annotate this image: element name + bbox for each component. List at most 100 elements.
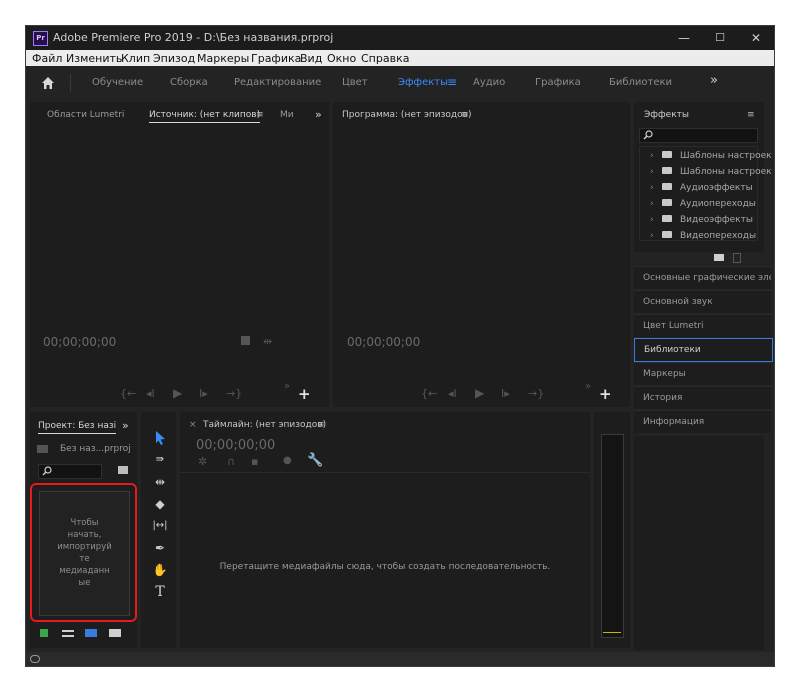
- workspace-effects[interactable]: Эффекты: [398, 77, 448, 88]
- workspace-libraries[interactable]: Библиотеки: [609, 77, 672, 88]
- program-step-forward-icon[interactable]: I▸: [501, 387, 510, 400]
- effects-folder-lumetri-presets[interactable]: › Шаблоны настроек L: [650, 167, 774, 177]
- effects-tab-menu-icon[interactable]: ≡: [747, 110, 755, 120]
- icon-view-icon[interactable]: [85, 629, 97, 637]
- add-button-icon[interactable]: +: [298, 385, 311, 403]
- go-to-in-icon[interactable]: {←: [120, 387, 136, 400]
- menu-window[interactable]: Окно: [327, 52, 356, 65]
- workspace-graphics[interactable]: Графика: [535, 77, 581, 88]
- project-search-icon: [42, 466, 52, 476]
- step-forward-icon[interactable]: I▸: [199, 387, 208, 400]
- workspace-learning[interactable]: Обучение: [92, 77, 143, 88]
- workspace-assembly[interactable]: Сборка: [170, 77, 208, 88]
- tab-project[interactable]: Проект: Без назі: [38, 421, 117, 434]
- effects-folder-video-effects[interactable]: › Видеоэффекты: [650, 215, 753, 225]
- slip-tool-icon[interactable]: |↔|: [152, 518, 168, 534]
- effects-search-input[interactable]: [639, 128, 758, 143]
- list-view-icon[interactable]: [62, 630, 74, 637]
- workspace-audio[interactable]: Аудио: [473, 77, 505, 88]
- freeform-view-icon[interactable]: [109, 629, 121, 637]
- side-panel-empty: [634, 436, 764, 650]
- go-to-out-icon[interactable]: →}: [226, 387, 242, 400]
- tab-program[interactable]: Программа: (нет эпизодов): [342, 110, 471, 120]
- tab-audio-mixer[interactable]: Ми: [280, 110, 294, 120]
- project-panel: Проект: Без назі » Без наз...prproj Чтоб…: [30, 412, 137, 648]
- project-more-icon[interactable]: »: [122, 419, 129, 432]
- tab-lumetri-scopes[interactable]: Области Lumetri: [47, 110, 124, 120]
- step-back-icon[interactable]: ◂I: [146, 387, 155, 400]
- timeline-divider: [180, 472, 590, 473]
- menu-graphics[interactable]: Графика: [251, 52, 301, 65]
- program-go-to-out-icon[interactable]: →}: [528, 387, 544, 400]
- snap-icon[interactable]: ✲: [198, 455, 207, 468]
- project-file-icon: [37, 445, 48, 453]
- source-tab-menu-icon[interactable]: ≡: [256, 110, 264, 120]
- workspace-editing[interactable]: Редактирование: [234, 77, 321, 88]
- play-icon[interactable]: ▶: [173, 386, 182, 400]
- trash-icon[interactable]: [733, 253, 741, 263]
- effects-folder-presets[interactable]: › Шаблоны настроек: [650, 151, 772, 161]
- menu-view[interactable]: Вид: [300, 52, 322, 65]
- menu-edit[interactable]: Изменить: [66, 52, 122, 65]
- import-hint-text: Чтобы начать, импортируй те медиаданн ые: [57, 518, 112, 588]
- program-button-editor-more-icon[interactable]: »: [585, 381, 591, 392]
- program-step-back-icon[interactable]: ◂I: [448, 387, 457, 400]
- timeline-close-icon[interactable]: ×: [189, 420, 197, 430]
- razor-tool-icon[interactable]: ◆: [152, 496, 168, 512]
- workspace-menu-icon[interactable]: ≡: [447, 75, 457, 89]
- panel-libraries[interactable]: Библиотеки: [634, 338, 773, 362]
- menu-markers[interactable]: Маркеры: [197, 52, 249, 65]
- linked-selection-icon[interactable]: ∩: [227, 455, 235, 468]
- premiere-window: Pr Adobe Premiere Pro 2019 - D:\Без назв…: [26, 26, 774, 666]
- creative-cloud-icon[interactable]: [30, 655, 40, 663]
- program-timecode[interactable]: 00;00;00;00: [347, 335, 420, 349]
- import-media-dropzone[interactable]: Чтобы начать, импортируй те медиаданн ые: [39, 491, 130, 616]
- project-search-input[interactable]: [38, 464, 102, 479]
- lock-icon[interactable]: [40, 629, 48, 637]
- menu-sequence[interactable]: Эпизод: [153, 52, 195, 65]
- timeline-tab-menu-icon[interactable]: ≡: [317, 420, 325, 430]
- source-more-icon[interactable]: »: [315, 108, 322, 121]
- minimize-button[interactable]: —: [666, 26, 702, 50]
- track-select-tool-icon[interactable]: ⇛: [152, 452, 168, 468]
- panel-essential-sound[interactable]: Основной звук: [634, 290, 771, 313]
- panel-info[interactable]: Информация: [634, 410, 771, 433]
- panel-markers[interactable]: Маркеры: [634, 362, 771, 385]
- hand-tool-icon[interactable]: ✋: [152, 562, 168, 578]
- effects-folder-audio-transitions[interactable]: › Аудиопереходы: [650, 199, 756, 209]
- program-add-button-icon[interactable]: +: [599, 385, 612, 403]
- settings-icon[interactable]: [241, 336, 250, 345]
- menu-clip[interactable]: Клип: [121, 52, 150, 65]
- marker-icon[interactable]: ●: [283, 455, 292, 466]
- source-timecode[interactable]: 00;00;00;00: [43, 335, 116, 349]
- bin-icon[interactable]: [118, 466, 128, 474]
- wrench-icon[interactable]: 🔧: [307, 453, 323, 468]
- panel-lumetri-color[interactable]: Цвет Lumetri: [634, 314, 771, 337]
- add-marker-icon[interactable]: ▪: [251, 455, 258, 468]
- selection-tool-icon[interactable]: [152, 430, 168, 446]
- program-tab-menu-icon[interactable]: ≡: [461, 110, 469, 120]
- panel-history[interactable]: История: [634, 386, 771, 409]
- insert-icon[interactable]: ⇹: [263, 335, 272, 348]
- menu-help[interactable]: Справка: [361, 52, 409, 65]
- tab-effects[interactable]: Эффекты: [644, 110, 689, 120]
- tab-timeline[interactable]: Таймлайн: (нет эпизодов): [203, 420, 326, 430]
- button-editor-more-icon[interactable]: »: [284, 381, 290, 392]
- effects-folder-video-transitions[interactable]: › Видеопереходы: [650, 231, 756, 241]
- maximize-button[interactable]: ☐: [702, 26, 738, 50]
- effects-folder-audio-effects[interactable]: › Аудиоэффекты: [650, 183, 753, 193]
- panel-essential-graphics[interactable]: Основные графические эле: [634, 266, 771, 289]
- timeline-timecode[interactable]: 00;00;00;00: [196, 438, 275, 453]
- workspace-color[interactable]: Цвет: [342, 77, 368, 88]
- workspaces-more-icon[interactable]: »: [710, 73, 718, 88]
- tab-source[interactable]: Источник: (нет клипов): [149, 110, 261, 123]
- program-play-icon[interactable]: ▶: [475, 386, 484, 400]
- close-button[interactable]: ✕: [738, 26, 774, 50]
- home-icon[interactable]: [41, 76, 55, 90]
- ripple-edit-tool-icon[interactable]: ⇹: [152, 474, 168, 490]
- pen-tool-icon[interactable]: ✒: [152, 540, 168, 556]
- program-go-to-in-icon[interactable]: {←: [421, 387, 437, 400]
- menu-file[interactable]: Файл: [32, 52, 62, 65]
- type-tool-icon[interactable]: T: [152, 584, 168, 600]
- new-bin-icon[interactable]: [714, 254, 724, 261]
